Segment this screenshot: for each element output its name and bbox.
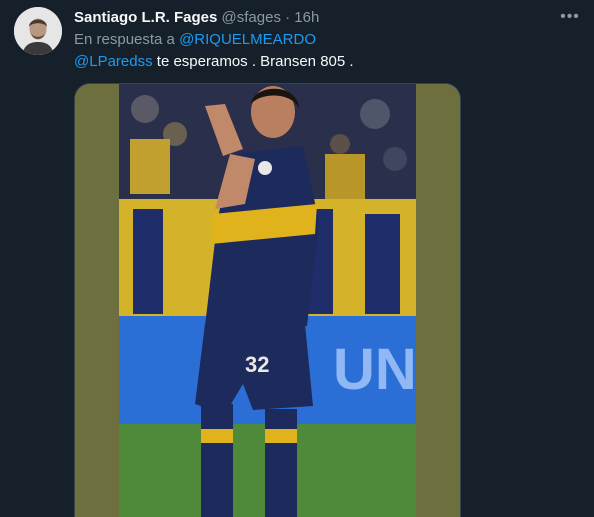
more-options-button[interactable]: ••• — [557, 6, 583, 30]
reply-context: En respuesta a @RIQUELMEARDO — [74, 30, 316, 50]
author-name[interactable]: Santiago L.R. Fages — [74, 9, 217, 26]
separator: · — [285, 9, 291, 26]
tweet-body: te esperamos . Bransen 805 . — [152, 53, 354, 70]
svg-text:UN: UN — [333, 337, 417, 402]
author-avatar[interactable] — [14, 7, 62, 55]
avatar-photo — [14, 7, 62, 55]
reply-prefix: En respuesta a — [74, 31, 175, 48]
tweet-media[interactable]: UN 32 — [74, 83, 461, 517]
author-handle[interactable]: @sfages — [222, 9, 281, 26]
more-horizontal-icon: ••• — [560, 8, 580, 25]
player-photo: UN 32 — [75, 84, 460, 517]
tweet[interactable]: Santiago L.R. Fages @sfages · 16h ••• En… — [0, 0, 594, 517]
tweet-time[interactable]: 16h — [294, 9, 319, 26]
tweet-header: Santiago L.R. Fages @sfages · 16h — [74, 8, 319, 28]
reply-to-link[interactable]: @RIQUELMEARDO — [179, 31, 316, 48]
svg-text:32: 32 — [245, 352, 269, 377]
mention-link[interactable]: @LParedss — [74, 53, 153, 70]
tweet-text: @LParedss te esperamos . Bransen 805 . — [74, 52, 354, 72]
